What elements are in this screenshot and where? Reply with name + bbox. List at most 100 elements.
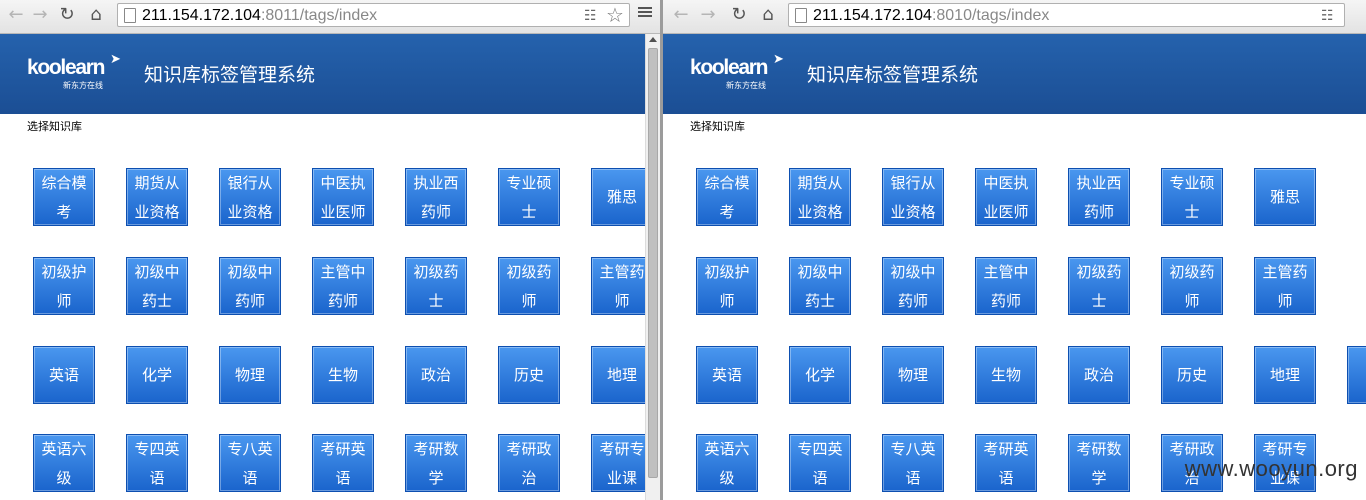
kb-tile[interactable]: 初级中 药士 xyxy=(126,257,188,315)
kb-tile[interactable]: 主管药师 xyxy=(591,257,653,315)
kb-tile[interactable]: 初级药士 xyxy=(405,257,467,315)
kb-tile-label: 专四英 xyxy=(134,440,180,458)
select-kb-label: 选择知识库 xyxy=(690,120,745,133)
kb-tile-label: 中医执 xyxy=(320,174,366,192)
koolearn-logo: koolearn ➤ 新东方在线 xyxy=(690,52,800,96)
kb-tile[interactable]: 生物 xyxy=(312,346,374,404)
kb-tile[interactable]: 初级药师 xyxy=(498,257,560,315)
kb-tile[interactable]: 地理 xyxy=(591,346,653,404)
kb-tile[interactable]: 考研数学 xyxy=(1068,434,1130,492)
kb-tile-label: 学 xyxy=(1091,469,1107,487)
forward-icon[interactable]: → xyxy=(696,3,720,27)
address-bar[interactable]: 211.154.172.104:8010/tags/index ☷ xyxy=(788,3,1345,27)
kb-tile-label: 银行从 xyxy=(227,174,273,192)
reload-icon[interactable]: ↻ xyxy=(55,3,79,27)
kb-tile[interactable]: 银行从 业资格 xyxy=(882,168,944,226)
kb-tile[interactable]: 考研英语 xyxy=(975,434,1037,492)
kb-tile[interactable]: 执业西 药师 xyxy=(1068,168,1130,226)
kb-tile-label: 考研专 xyxy=(599,440,645,458)
kb-tile[interactable]: 初级中 药师 xyxy=(219,257,281,315)
kb-tile-label: 雅思 xyxy=(606,188,637,206)
kb-tile[interactable]: 初级护师 xyxy=(33,257,95,315)
kb-tile[interactable]: 政治 xyxy=(405,346,467,404)
kb-tile[interactable]: 综合模考 xyxy=(696,168,758,226)
kb-tile[interactable]: 专业硕士 xyxy=(1161,168,1223,226)
kb-tile[interactable]: 化学 xyxy=(789,346,851,404)
kb-tile[interactable]: 专八英语 xyxy=(882,434,944,492)
kb-tile[interactable]: 专八英语 xyxy=(219,434,281,492)
kb-tile[interactable]: 期货从 业资格 xyxy=(126,168,188,226)
url-host: 211.154.172.104 xyxy=(813,7,932,24)
kb-tile[interactable]: 期货从 业资格 xyxy=(789,168,851,226)
kb-tile[interactable]: 考研英语 xyxy=(312,434,374,492)
kb-tile[interactable]: 雅思 xyxy=(591,168,653,226)
kb-tile[interactable]: 银行从 业资格 xyxy=(219,168,281,226)
kb-tile[interactable]: 考研政治 xyxy=(498,434,560,492)
kb-tile[interactable]: 政治 xyxy=(1068,346,1130,404)
kb-tile-label: 初级护 xyxy=(41,263,87,281)
kb-tile[interactable]: 地理 xyxy=(1254,346,1316,404)
kb-tile[interactable]: 专四英语 xyxy=(126,434,188,492)
kb-tile-label: 初级药 xyxy=(506,263,552,281)
kb-tile-label: 师 xyxy=(56,292,72,310)
address-bar[interactable]: 211.154.172.104:8011/tags/index ☷ ☆ xyxy=(117,3,630,27)
kb-tile[interactable]: 专业硕士 xyxy=(498,168,560,226)
browser-toolbar: ← → ↻ ⌂ 211.154.172.104:8011/tags/index … xyxy=(0,0,660,34)
kb-tile[interactable]: 化学 xyxy=(126,346,188,404)
kb-tile[interactable]: 英语 xyxy=(696,346,758,404)
scrollbar-thumb[interactable] xyxy=(648,48,658,478)
kb-tile-label: 业医师 xyxy=(320,203,366,221)
kb-tile-label: 药师 xyxy=(234,292,265,310)
home-icon[interactable]: ⌂ xyxy=(84,3,108,27)
kb-tile[interactable]: 历史 xyxy=(1161,346,1223,404)
logo-arrow-icon: ➤ xyxy=(110,52,121,67)
translate-icon[interactable]: ☷ xyxy=(584,6,597,26)
vertical-scrollbar[interactable] xyxy=(645,34,660,500)
kb-tile[interactable]: 主管中 药师 xyxy=(975,257,1037,315)
kb-tile[interactable]: 生物 xyxy=(975,346,1037,404)
kb-tile[interactable]: 执业西 药师 xyxy=(405,168,467,226)
kb-tile[interactable]: 主管中 药师 xyxy=(312,257,374,315)
kb-tile[interactable]: 中医执 业医师 xyxy=(312,168,374,226)
kb-tile[interactable]: 物理 xyxy=(882,346,944,404)
kb-tile[interactable]: 考研专 业课 xyxy=(591,434,653,492)
kb-tile-label: 初级药 xyxy=(413,263,459,281)
kb-tile[interactable]: 初级药师 xyxy=(1161,257,1223,315)
kb-tile[interactable]: 英语六级 xyxy=(33,434,95,492)
translate-icon[interactable]: ☷ xyxy=(1321,6,1334,26)
kb-tile-label: 语 xyxy=(335,469,351,487)
kb-tile[interactable]: 初级药士 xyxy=(1068,257,1130,315)
kb-tile[interactable]: 考研数学 xyxy=(405,434,467,492)
kb-tile-label: 考研数 xyxy=(1076,440,1122,458)
kb-tile-label: 专八英 xyxy=(227,440,273,458)
browser-window-right: ← → ↻ ⌂ 211.154.172.104:8010/tags/index … xyxy=(663,0,1366,500)
kb-tile-label: 师 xyxy=(1277,292,1293,310)
back-icon[interactable]: ← xyxy=(669,3,693,27)
kb-tile[interactable]: 初级中 药士 xyxy=(789,257,851,315)
kb-tile[interactable]: 初级中 药师 xyxy=(882,257,944,315)
home-icon[interactable]: ⌂ xyxy=(756,3,780,27)
kb-tile[interactable]: 历史 xyxy=(498,346,560,404)
app-header: koolearn ➤ 新东方在线 知识库标签管理系统 xyxy=(0,34,660,114)
reload-icon[interactable]: ↻ xyxy=(727,3,751,27)
kb-tile[interactable]: 雅思 xyxy=(1254,168,1316,226)
kb-tile-label: 雅思 xyxy=(1269,188,1300,206)
kb-tile-label: 英语六 xyxy=(704,440,750,458)
back-icon[interactable]: ← xyxy=(4,3,28,27)
kb-tile[interactable]: 中医执 业医师 xyxy=(975,168,1037,226)
kb-tile[interactable]: 综合模考 xyxy=(33,168,95,226)
scroll-up-icon[interactable] xyxy=(649,37,657,42)
url-text: 211.154.172.104:8011/tags/index xyxy=(142,6,377,26)
kb-tile-label: 初级护 xyxy=(704,263,750,281)
menu-icon[interactable] xyxy=(638,5,652,19)
kb-tile[interactable]: 专四英语 xyxy=(789,434,851,492)
kb-tile-label: 初级药 xyxy=(1076,263,1122,281)
kb-tile[interactable]: 初级护师 xyxy=(696,257,758,315)
kb-tile[interactable]: 成 xyxy=(1347,346,1366,404)
star-icon[interactable]: ☆ xyxy=(606,3,624,27)
forward-icon[interactable]: → xyxy=(28,3,52,27)
kb-tile[interactable]: 英语六级 xyxy=(696,434,758,492)
kb-tile[interactable]: 主管药师 xyxy=(1254,257,1316,315)
kb-tile[interactable]: 英语 xyxy=(33,346,95,404)
kb-tile[interactable]: 物理 xyxy=(219,346,281,404)
